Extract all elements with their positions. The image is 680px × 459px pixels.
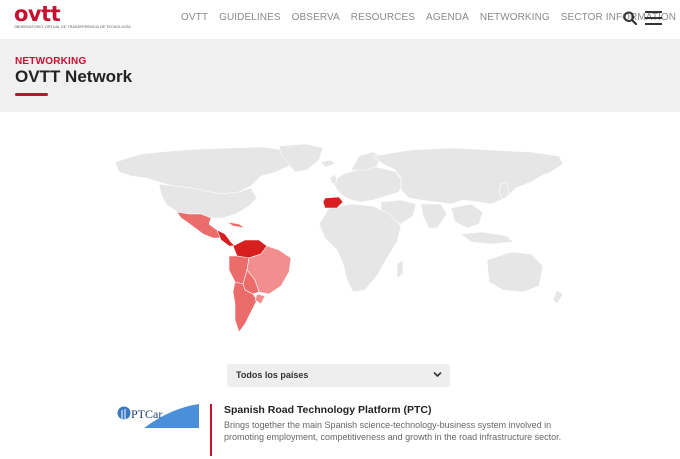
ptc-logo-text: PTCar	[131, 407, 162, 421]
top-navigation-bar: ovtt OBSERVATORIO VIRTUAL DE TRANSFERENC…	[0, 0, 680, 39]
nav-item-resources[interactable]: RESOURCES	[351, 12, 415, 23]
logo-tagline: OBSERVATORIO VIRTUAL DE TRANSFERENCIA DE…	[14, 25, 131, 29]
nav-item-guidelines[interactable]: GUIDELINES	[219, 12, 281, 23]
page-title: OVTT Network	[15, 67, 133, 86]
map-land	[114, 143, 564, 305]
entry-title[interactable]: Spanish Road Technology Platform (PTC)	[224, 404, 431, 416]
entry-description: Brings together the main Spanish science…	[224, 420, 562, 442]
ptc-logo[interactable]: PTCar	[116, 404, 199, 428]
country-filter-value: Todos los países	[236, 370, 309, 380]
chevron-down-icon	[433, 372, 442, 377]
nav-item-observa[interactable]: OBSERVA	[292, 12, 340, 23]
title-underline	[15, 93, 48, 96]
search-icon[interactable]	[623, 11, 637, 25]
nav-item-networking[interactable]: NETWORKING	[480, 12, 550, 23]
ovtt-logo[interactable]: ovtt OBSERVATORIO VIRTUAL DE TRANSFERENC…	[14, 2, 131, 32]
entry-accent-rule	[210, 404, 212, 456]
nav-item-agenda[interactable]: AGENDA	[426, 12, 469, 23]
map-highlighted-countries	[176, 196, 344, 333]
world-map[interactable]	[111, 142, 567, 342]
section-eyebrow: NETWORKING	[15, 56, 87, 67]
main-menu: OVTT GUIDELINES OBSERVA RESOURCES AGENDA…	[181, 12, 680, 23]
nav-item-ovtt[interactable]: OVTT	[181, 12, 208, 23]
page-header: NETWORKING OVTT Network	[0, 39, 680, 112]
logo-wordmark: ovtt	[14, 2, 61, 26]
hamburger-menu-icon[interactable]	[645, 11, 662, 25]
country-filter-select[interactable]: Todos los países	[227, 364, 450, 387]
